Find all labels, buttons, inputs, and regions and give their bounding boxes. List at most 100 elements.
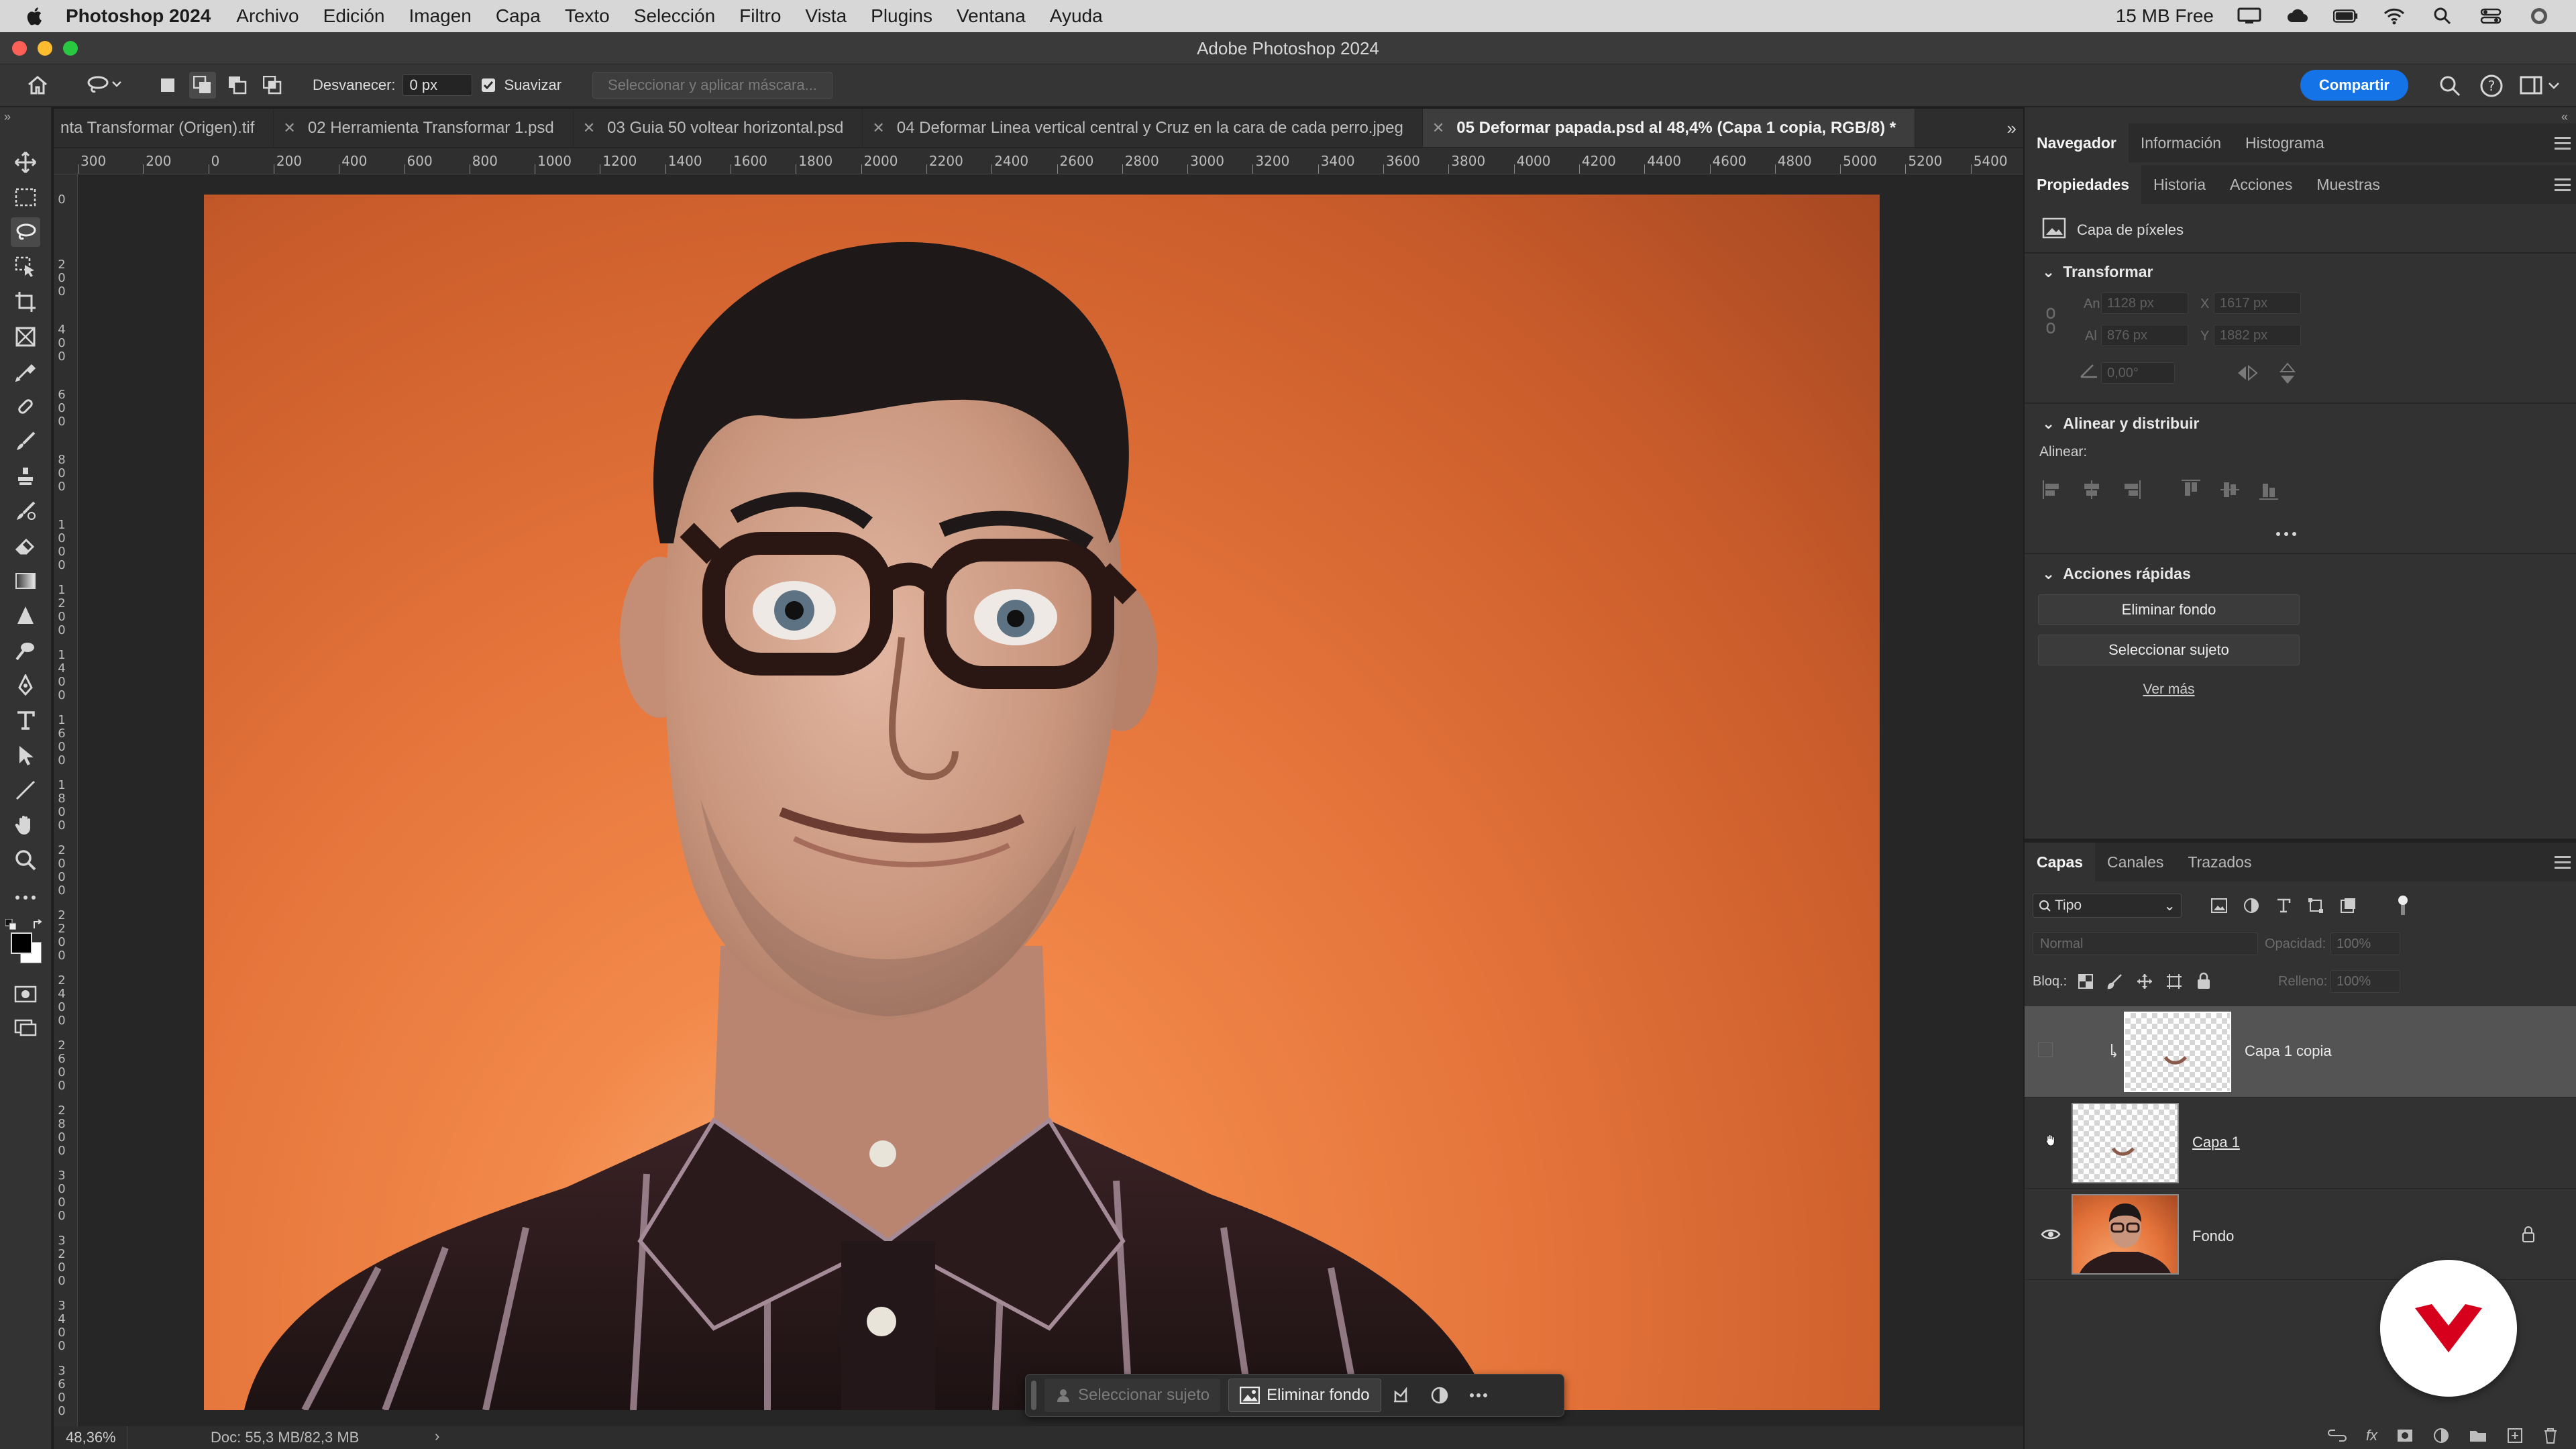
layer-row[interactable]: Capa 1 copia [2025, 1006, 2576, 1097]
see-more-link[interactable]: Ver más [2038, 682, 2300, 698]
filter-toggle-icon[interactable] [2396, 895, 2410, 916]
quick-select-subject-button[interactable]: Seleccionar sujeto [2038, 635, 2300, 665]
angle-input[interactable]: 0,00° [2101, 362, 2175, 384]
close-tab-icon[interactable]: ✕ [583, 119, 595, 137]
more-options-icon[interactable] [1459, 1379, 1498, 1412]
layer-thumbnail[interactable] [2072, 1103, 2179, 1183]
object-selection-tool-icon[interactable] [11, 252, 40, 282]
doc-tab-2[interactable]: ✕ 02 Herramienta Transformar 1.psd [274, 109, 574, 147]
crop-tool-icon[interactable] [11, 287, 40, 317]
search-icon[interactable] [2438, 74, 2462, 101]
control-center-icon[interactable] [2478, 7, 2504, 25]
frame-tool-icon[interactable] [11, 322, 40, 352]
tab-capas[interactable]: Capas [2025, 843, 2096, 881]
more-tools-icon[interactable] [11, 883, 40, 912]
x-input[interactable]: 1617 px [2214, 292, 2301, 314]
pen-tool-icon[interactable] [11, 671, 40, 700]
zoom-level[interactable]: 48,36% [54, 1426, 127, 1449]
layer-thumbnail[interactable] [2072, 1194, 2179, 1275]
document-image[interactable] [204, 195, 1880, 1410]
flip-horizontal-icon[interactable] [2235, 364, 2259, 386]
new-group-icon[interactable] [2469, 1428, 2487, 1443]
eraser-tool-icon[interactable] [11, 531, 40, 561]
flip-vertical-icon[interactable] [2278, 362, 2297, 388]
doc-tab-3[interactable]: ✕ 03 Guia 50 voltear horizontal.psd [574, 109, 863, 147]
path-selection-tool-icon[interactable] [11, 741, 40, 770]
antialias-checkbox[interactable] [480, 77, 496, 93]
doc-tab-5[interactable]: ✕ 05 Deformar papada.psd al 48,4% (Capa 1… [1422, 109, 1916, 147]
quick-actions-section-header[interactable]: ⌄ Acciones rápidas [2042, 565, 2191, 583]
history-brush-tool-icon[interactable] [11, 496, 40, 526]
layer-name[interactable]: Capa 1 copia [2245, 1042, 2332, 1060]
menu-capa[interactable]: Capa [496, 5, 541, 27]
tab-muestras[interactable]: Muestras [2304, 165, 2392, 204]
dodge-tool-icon[interactable] [11, 636, 40, 665]
link-dimensions-icon[interactable] [2045, 307, 2057, 337]
add-to-selection-icon[interactable] [189, 72, 216, 99]
foreground-color-swatch[interactable] [11, 932, 32, 954]
eyedropper-tool-icon[interactable] [11, 357, 40, 386]
doc-tab-1[interactable]: nta Transformar (Origen).tif [54, 109, 274, 147]
feather-input[interactable]: 0 px [402, 74, 472, 96]
align-center-horizontal-icon[interactable] [2080, 478, 2104, 502]
panel-menu-icon[interactable] [2555, 174, 2571, 195]
align-bottom-icon[interactable] [2257, 478, 2281, 502]
brush-tool-icon[interactable] [11, 427, 40, 456]
gradient-tool-icon[interactable] [11, 566, 40, 596]
marquee-tool-icon[interactable] [11, 182, 40, 212]
tab-acciones[interactable]: Acciones [2218, 165, 2304, 204]
color-swatches[interactable] [5, 918, 46, 963]
collapse-panels-icon[interactable]: « [2561, 110, 2568, 124]
help-icon[interactable]: ? [2479, 74, 2504, 101]
lock-image-pixels-icon[interactable] [2106, 973, 2124, 990]
fill-input[interactable]: 100% [2330, 970, 2400, 993]
clone-stamp-tool-icon[interactable] [11, 462, 40, 491]
blur-tool-icon[interactable] [11, 601, 40, 631]
tab-historia[interactable]: Historia [2141, 165, 2218, 204]
menu-ayuda[interactable]: Ayuda [1050, 5, 1103, 27]
lasso-tool-icon[interactable] [11, 217, 40, 247]
horizontal-ruler[interactable]: 300 200 0 200 400 600 800 1000 1200 1400 1600 1800 2… [54, 148, 2023, 174]
quick-remove-background-button[interactable]: Eliminar fondo [2038, 594, 2300, 625]
zoom-tool-icon[interactable] [11, 845, 40, 875]
tab-informacion[interactable]: Información [2129, 123, 2233, 162]
quick-mask-icon[interactable] [11, 979, 40, 1009]
opacity-input[interactable]: 100% [2330, 932, 2400, 955]
filter-adjustment-icon[interactable] [2242, 896, 2261, 915]
taskbar-drag-handle[interactable] [1031, 1381, 1036, 1410]
tab-histograma[interactable]: Histograma [2233, 123, 2337, 162]
bell-curve-icon[interactable] [1381, 1379, 1420, 1412]
home-icon[interactable] [23, 70, 52, 100]
transform-section-header[interactable]: ⌄ Transformar [2042, 263, 2153, 281]
swap-colors-icon[interactable] [32, 919, 44, 934]
wifi-icon[interactable] [2381, 7, 2407, 25]
menu-archivo[interactable]: Archivo [236, 5, 299, 27]
eye-icon[interactable] [2041, 1228, 2061, 1241]
align-middle-vertical-icon[interactable] [2218, 478, 2242, 502]
type-tool-icon[interactable] [11, 706, 40, 735]
layer-thumbnail[interactable] [2124, 1012, 2231, 1092]
tab-propiedades[interactable]: Propiedades [2025, 165, 2142, 204]
align-left-icon[interactable] [2041, 478, 2065, 502]
layer-style-icon[interactable]: fx [2366, 1427, 2377, 1444]
adjustment-icon[interactable] [1420, 1379, 1459, 1412]
lock-artboard-icon[interactable] [2165, 973, 2183, 990]
collapse-toolbar-icon[interactable]: » [4, 110, 11, 124]
close-tab-icon[interactable]: ✕ [1432, 119, 1444, 137]
share-button[interactable]: Compartir [2300, 70, 2408, 101]
tab-trazados[interactable]: Trazados [2176, 843, 2263, 881]
layer-row[interactable]: Fondo [2025, 1189, 2576, 1280]
app-name-menu[interactable]: Photoshop 2024 [66, 5, 211, 27]
filter-smart-object-icon[interactable] [2339, 896, 2357, 915]
add-mask-icon[interactable] [2396, 1428, 2414, 1443]
tabs-overflow-icon[interactable]: » [2007, 109, 2017, 148]
tab-canales[interactable]: Canales [2095, 843, 2176, 881]
battery-icon[interactable] [2333, 7, 2359, 25]
align-top-icon[interactable] [2179, 478, 2203, 502]
tab-navegador[interactable]: Navegador [2025, 123, 2129, 162]
lock-transparent-pixels-icon[interactable] [2077, 973, 2094, 990]
filter-pixel-icon[interactable] [2210, 896, 2229, 915]
new-layer-icon[interactable] [2506, 1427, 2524, 1444]
filter-type-icon[interactable] [2274, 896, 2293, 915]
layer-row[interactable]: Capa 1 [2025, 1097, 2576, 1189]
